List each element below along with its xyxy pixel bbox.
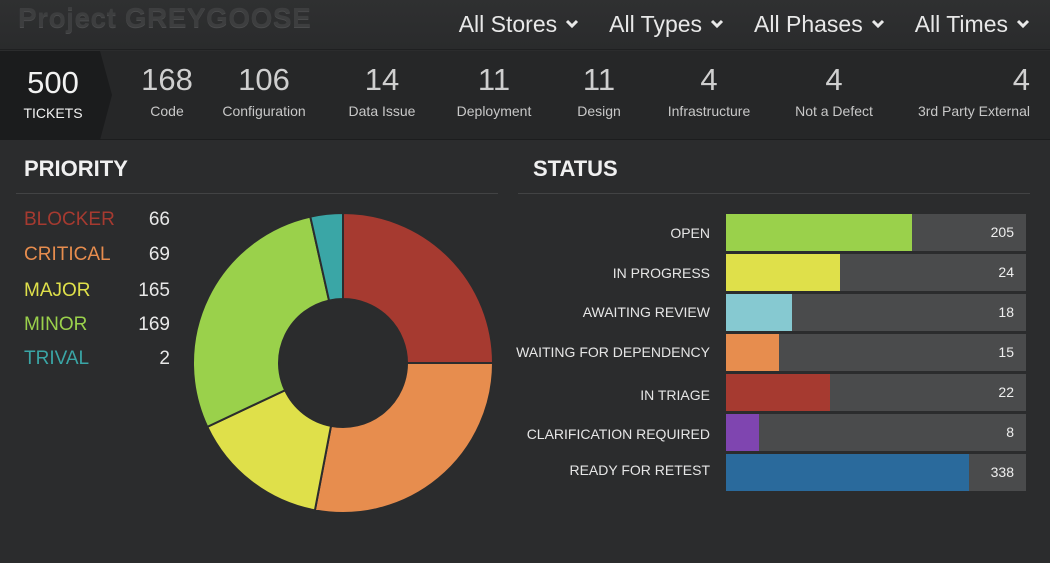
category-count: 11 xyxy=(582,62,616,97)
status-bar-fill xyxy=(726,414,759,451)
status-label: OPEN xyxy=(670,225,710,241)
status-bar-in-triage[interactable]: 22 xyxy=(726,374,1026,411)
category-label: Not a Defect xyxy=(795,103,873,119)
status-count: 18 xyxy=(998,304,1014,320)
priority-count: 69 xyxy=(148,244,170,265)
status-label: WAITING FOR DEPENDENCY xyxy=(516,344,710,360)
top-bar: Project GREYGOOSE All Stores All Types A… xyxy=(0,0,1050,50)
priority-label: MINOR xyxy=(24,314,88,335)
status-label: IN PROGRESS xyxy=(612,265,710,281)
category-label: Design xyxy=(577,103,621,119)
status-bar-fill xyxy=(726,334,779,371)
status-label: AWAITING REVIEW xyxy=(582,304,710,320)
category-configuration[interactable]: 106 Configuration xyxy=(214,51,314,140)
donut-slice-blocker[interactable] xyxy=(342,212,494,364)
status-bar-fill xyxy=(726,294,792,331)
category-not-a-defect[interactable]: 4 Not a Defect xyxy=(788,51,880,140)
category-label: Deployment xyxy=(456,103,532,119)
chevron-down-icon xyxy=(871,19,884,29)
status-bar-in-progress[interactable]: 24 xyxy=(726,254,1026,291)
priority-count: 66 xyxy=(148,209,170,230)
status-bar-fill xyxy=(726,254,840,291)
status-bar-fill xyxy=(726,454,969,491)
donut-slice-critical[interactable] xyxy=(313,362,494,514)
category-label: Configuration xyxy=(222,103,306,119)
category-label: Infrastructure xyxy=(667,103,751,119)
status-count: 205 xyxy=(990,224,1014,240)
category-label: Code xyxy=(150,103,184,119)
total-tickets-count: 500 xyxy=(27,65,79,100)
category-design[interactable]: 11 Design xyxy=(560,51,638,140)
priority-row-blocker[interactable]: BLOCKER 66 xyxy=(24,209,174,235)
category-count: 14 xyxy=(364,62,400,97)
priority-label: TRIVAL xyxy=(24,348,90,369)
stats-bar: 500 TICKETS 168 Code 106 Configuration 1… xyxy=(0,51,1050,140)
category-code[interactable]: 168 Code xyxy=(122,51,212,140)
priority-donut-chart xyxy=(192,212,494,514)
category-count: 4 xyxy=(700,62,718,97)
status-label: IN TRIAGE xyxy=(640,387,710,403)
category-label: Data Issue xyxy=(348,103,416,119)
priority-row-minor[interactable]: MINOR 169 xyxy=(24,314,174,340)
status-bar-awaiting-review[interactable]: 18 xyxy=(726,294,1026,331)
category-deployment[interactable]: 11 Deployment xyxy=(448,51,540,140)
priority-row-major[interactable]: MAJOR 165 xyxy=(24,280,174,306)
status-count: 8 xyxy=(1006,424,1014,440)
chevron-down-icon xyxy=(1016,19,1030,29)
priority-count: 2 xyxy=(159,348,170,369)
category-count: 106 xyxy=(238,62,290,97)
priority-title: PRIORITY xyxy=(24,156,128,181)
filter-bar: All Stores All Types All Phases All Time… xyxy=(429,0,1030,48)
priority-row-trivial[interactable]: TRIVAL 2 xyxy=(24,348,174,374)
donut-slice-minor[interactable] xyxy=(192,215,331,429)
priority-label: CRITICAL xyxy=(24,244,111,265)
category-count: 11 xyxy=(477,62,511,97)
status-bar-fill xyxy=(726,214,912,251)
status-bar-fill xyxy=(726,374,831,411)
filter-label: All Types xyxy=(609,10,703,37)
priority-row-critical[interactable]: CRITICAL 69 xyxy=(24,244,174,270)
filter-types-dropdown[interactable]: All Types xyxy=(609,0,724,48)
priority-divider xyxy=(16,193,498,194)
status-bar-waiting-for-dependency[interactable]: 15 xyxy=(726,334,1026,371)
category-data-issue[interactable]: 14 Data Issue xyxy=(337,51,427,140)
filter-label: All Stores xyxy=(458,10,558,37)
status-bar-ready-for-retest[interactable]: 338 xyxy=(726,454,1026,491)
priority-count: 169 xyxy=(138,314,170,335)
status-bar-open[interactable]: 205 xyxy=(726,214,1026,251)
status-count: 24 xyxy=(998,264,1014,280)
status-count: 15 xyxy=(998,344,1014,360)
total-tickets-label: TICKETS xyxy=(23,105,83,121)
category-label: 3rd Party External xyxy=(917,103,1030,119)
filter-times-dropdown[interactable]: All Times xyxy=(915,0,1030,48)
status-divider xyxy=(518,193,1030,194)
priority-count: 165 xyxy=(138,280,170,301)
status-label: CLARIFICATION REQUIRED xyxy=(526,426,710,442)
category-count: 4 xyxy=(825,62,843,97)
chevron-down-icon xyxy=(710,19,724,29)
chevron-down-icon xyxy=(566,19,579,29)
filter-phases-dropdown[interactable]: All Phases xyxy=(754,0,885,48)
filter-stores-dropdown[interactable]: All Stores xyxy=(459,0,579,48)
project-title: Project GREYGOOSE xyxy=(18,2,312,33)
priority-label: BLOCKER xyxy=(24,209,115,230)
category-count: 4 xyxy=(1012,62,1030,97)
category-count: 168 xyxy=(141,62,193,97)
status-count: 338 xyxy=(990,464,1014,480)
filter-label: All Phases xyxy=(754,10,863,37)
category-3rd-party-external[interactable]: 4 3rd Party External xyxy=(906,51,1030,140)
status-bar-clarification-required[interactable]: 8 xyxy=(726,414,1026,451)
filter-label: All Times xyxy=(914,10,1008,37)
category-infrastructure[interactable]: 4 Infrastructure xyxy=(658,51,760,140)
status-label: READY FOR RETEST xyxy=(569,462,710,478)
total-tickets[interactable]: 500 TICKETS xyxy=(0,51,112,140)
status-title: STATUS xyxy=(533,156,618,181)
priority-label: MAJOR xyxy=(24,280,91,301)
status-count: 22 xyxy=(998,384,1014,400)
